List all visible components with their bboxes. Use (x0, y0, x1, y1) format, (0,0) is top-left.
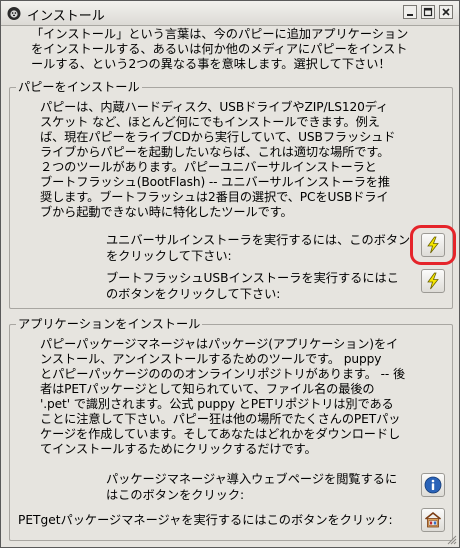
label-line: ユニバーサルインストーラを実行するには、このボタン (106, 233, 411, 247)
app-install-description: パピーパッケージマネージャはパッケージ(アプリケーション)をイ ンストール、アン… (40, 337, 445, 457)
package-webpage-label: パッケージマネージャ導入ウェブページを閲覧するに はこのボタンをクリック: (106, 471, 421, 503)
description-line: ンストール、アンインストールするためのツールです。 puppy (40, 352, 382, 366)
description-line: ブから起動できない時に特化したツールです。 (40, 205, 293, 219)
petget-label: PETgetパッケージマネージャを実行するにはこのボタンをクリック: (18, 513, 393, 527)
puppy-install-heading: パピーをインストール (16, 79, 142, 95)
intro-line: をインストールする、あるいは何か他のメディアにパピーをインスト (31, 42, 408, 56)
bootflash-installer-button[interactable] (421, 269, 445, 293)
description-line: 奨します。ブートフラッシュは2番目の選択で、PCをUSBドライ (40, 190, 389, 204)
puppy-install-group: パピーをインストール パピーは、内蔵ハードディスク、USBドライブやZIP/LS… (9, 79, 453, 309)
close-icon (442, 8, 450, 16)
description-line: パピーは、内蔵ハードディスク、USBドライブやZIP/LS120ディ (40, 100, 389, 114)
puppy-icon (7, 7, 21, 20)
description-line: ケージを作成しています。そしてあなたはどれかをダウンロードし (40, 427, 401, 441)
app-install-group: アプリケーションをインストール パピーパッケージマネージャはパッケージ(アプリケ… (9, 316, 453, 541)
intro-text: 「インストール」という言葉は、今のパピーに追加アプリケーション をインストールす… (31, 27, 451, 72)
resize-grip-icon[interactable] (447, 535, 457, 545)
description-line: '.pet' で識別されます。公式 puppy とPETリポジトリは別である (40, 397, 394, 411)
intro-line: 「インストール」という言葉は、今のパピーに追加アプリケーション (31, 27, 409, 41)
close-button[interactable] (439, 5, 453, 19)
bootflash-installer-label: ブートフラッシュUSBインストーラを実行するにはこ のボタンをクリックして下さい… (106, 270, 421, 302)
info-icon (424, 476, 442, 494)
petget-button[interactable] (421, 508, 445, 532)
lightning-icon (427, 272, 439, 290)
label-line: はこのボタンをクリック: (106, 488, 245, 502)
description-line: ライブからパピーを起動したいならば、これは適切な場所です。 (40, 145, 390, 159)
install-window: インストール 「インストール」という言葉は、今のパピーに追加アプリケーション を… (0, 0, 460, 548)
highlight-annotation (410, 225, 456, 265)
minimize-button[interactable] (403, 5, 417, 19)
minimize-icon (407, 14, 413, 16)
description-line: パピーパッケージマネージャはパッケージ(アプリケーション)をイ (40, 337, 399, 351)
description-line: ２つのツールがあります。パピーユニバーサルインストーラと (40, 160, 377, 174)
description-line: てインストールするためにクリックするだけです。 (40, 442, 317, 456)
puppy-install-description: パピーは、内蔵ハードディスク、USBドライブやZIP/LS120ディ スケット … (40, 100, 445, 220)
description-line: 者はPETパッケージとして知られていて、ファイル名の最後の (40, 382, 375, 396)
maximize-icon (423, 7, 433, 17)
maximize-button[interactable] (421, 5, 435, 19)
label-line: のボタンをクリックして下さい: (106, 287, 281, 301)
app-install-heading: アプリケーションをインストール (16, 316, 203, 332)
description-line: ば、現在パピーをライブCDから実行していて、USBフラッシュド (40, 130, 396, 144)
intro-line: ールする、という2つの異なる事を意味します。選択して下さい！ (31, 57, 391, 71)
description-line: ブートフラッシュ(BootFlash) -- ユニバーサルインストーラを推 (40, 175, 390, 189)
title-bar[interactable]: インストール (1, 1, 459, 26)
package-webpage-button[interactable] (421, 473, 445, 497)
window-title: インストール (27, 9, 105, 24)
description-line: ことに注意して下さい。パピー狂は他の場所でたくさんのPETパッ (40, 412, 401, 426)
label-line: パッケージマネージャ導入ウェブページを閲覧するに (106, 472, 398, 486)
package-icon (425, 511, 441, 528)
universal-installer-label: ユニバーサルインストーラを実行するには、このボタン をクリックして下さい: (106, 232, 421, 264)
label-line: ブートフラッシュUSBインストーラを実行するにはこ (106, 271, 399, 285)
label-line: をクリックして下さい: (106, 249, 232, 263)
description-line: スケット など、ほとんど何にでもインストールできます。例え (40, 115, 380, 129)
description-line: とパピーパッケージのののオンラインリポジトリがあります。 -- 後 (40, 367, 406, 381)
